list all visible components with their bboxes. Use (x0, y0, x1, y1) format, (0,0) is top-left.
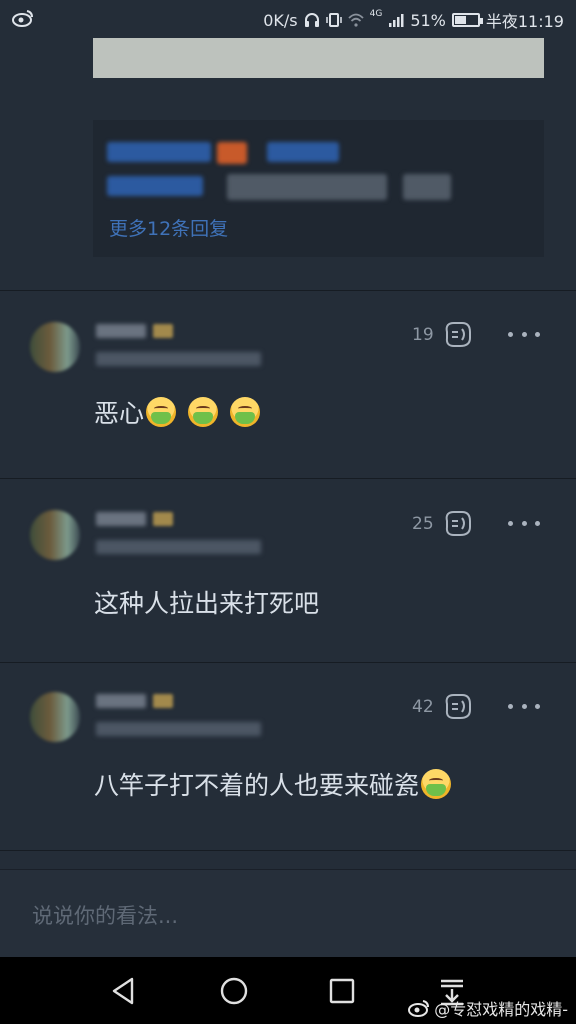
comment-item: 42 八竿子打不着的人也要来碰瓷 (0, 662, 576, 850)
comment-meta-blurred (96, 540, 261, 554)
network-type: 4G (369, 9, 383, 19)
comment-input-bar[interactable]: 说说你的看法... (0, 869, 576, 958)
network-speed: 0K/s (263, 10, 298, 30)
comment-input[interactable]: 说说你的看法... (32, 900, 178, 930)
vomit-emoji-icon (146, 397, 177, 427)
comment-text: 八竿子打不着的人也要来碰瓷 (94, 766, 452, 802)
like-count: 19 (412, 325, 434, 345)
comment-text: 这种人拉出来打死吧 (94, 584, 319, 620)
status-bar: 0K/s 4G 51% 半夜11:19 (0, 0, 576, 38)
comment-meta-blurred (96, 722, 261, 736)
reply-author-blur (267, 142, 339, 162)
like-icon[interactable] (442, 509, 474, 537)
reply-badge-blur (217, 142, 247, 164)
comment-text: 恶心 (94, 394, 261, 430)
battery-percent: 51% (410, 10, 446, 30)
like-count: 42 (412, 697, 434, 717)
avatar[interactable] (30, 692, 80, 742)
user-badge (153, 324, 173, 338)
user-badge (153, 512, 173, 526)
more-options-icon[interactable] (508, 518, 540, 528)
more-options-icon[interactable] (508, 329, 540, 339)
weibo-icon (12, 10, 33, 27)
reply-author-blur (107, 176, 203, 196)
username-blurred[interactable] (96, 512, 146, 526)
comment-meta-blurred (96, 352, 261, 366)
clock: 半夜11:19 (485, 12, 564, 31)
username-blurred[interactable] (96, 324, 146, 338)
wifi-icon (347, 13, 364, 27)
vomit-emoji-icon (421, 769, 452, 799)
comment-item: 25 这种人拉出来打死吧 (0, 478, 576, 662)
recents-icon[interactable] (324, 973, 360, 1009)
cell-signal-icon (389, 14, 404, 27)
back-icon[interactable] (106, 973, 142, 1009)
user-badge (153, 694, 173, 708)
reply-text-blur (227, 174, 387, 200)
weibo-logo-icon (408, 1000, 430, 1017)
comment-body: 恶心 (94, 399, 145, 428)
avatar[interactable] (30, 510, 80, 560)
home-icon[interactable] (216, 973, 252, 1009)
more-options-icon[interactable] (508, 701, 540, 711)
divider (0, 850, 576, 851)
comment-body: 这种人拉出来打死吧 (94, 589, 320, 618)
vibrate-icon (325, 13, 342, 27)
comment-item: 19 恶心 (0, 290, 576, 478)
avatar[interactable] (30, 322, 80, 372)
vomit-emoji-icon (230, 397, 261, 427)
more-replies-link[interactable]: 更多12条回复 (109, 214, 228, 241)
username-blurred[interactable] (96, 694, 146, 708)
watermark: @专怼戏精的戏精- (408, 996, 568, 1020)
post-image-preview[interactable] (93, 38, 544, 78)
headset-icon (304, 13, 319, 27)
comment-body: 八竿子打不着的人也要来碰瓷 (94, 771, 420, 800)
like-icon[interactable] (442, 320, 474, 348)
like-count: 25 (412, 514, 434, 534)
watermark-text: @专怼戏精的戏精- (434, 1000, 568, 1019)
battery-icon (451, 13, 483, 27)
like-icon[interactable] (442, 692, 474, 720)
reply-author-blur (107, 142, 211, 162)
vomit-emoji-icon (188, 397, 219, 427)
reply-text-blur (403, 174, 451, 200)
